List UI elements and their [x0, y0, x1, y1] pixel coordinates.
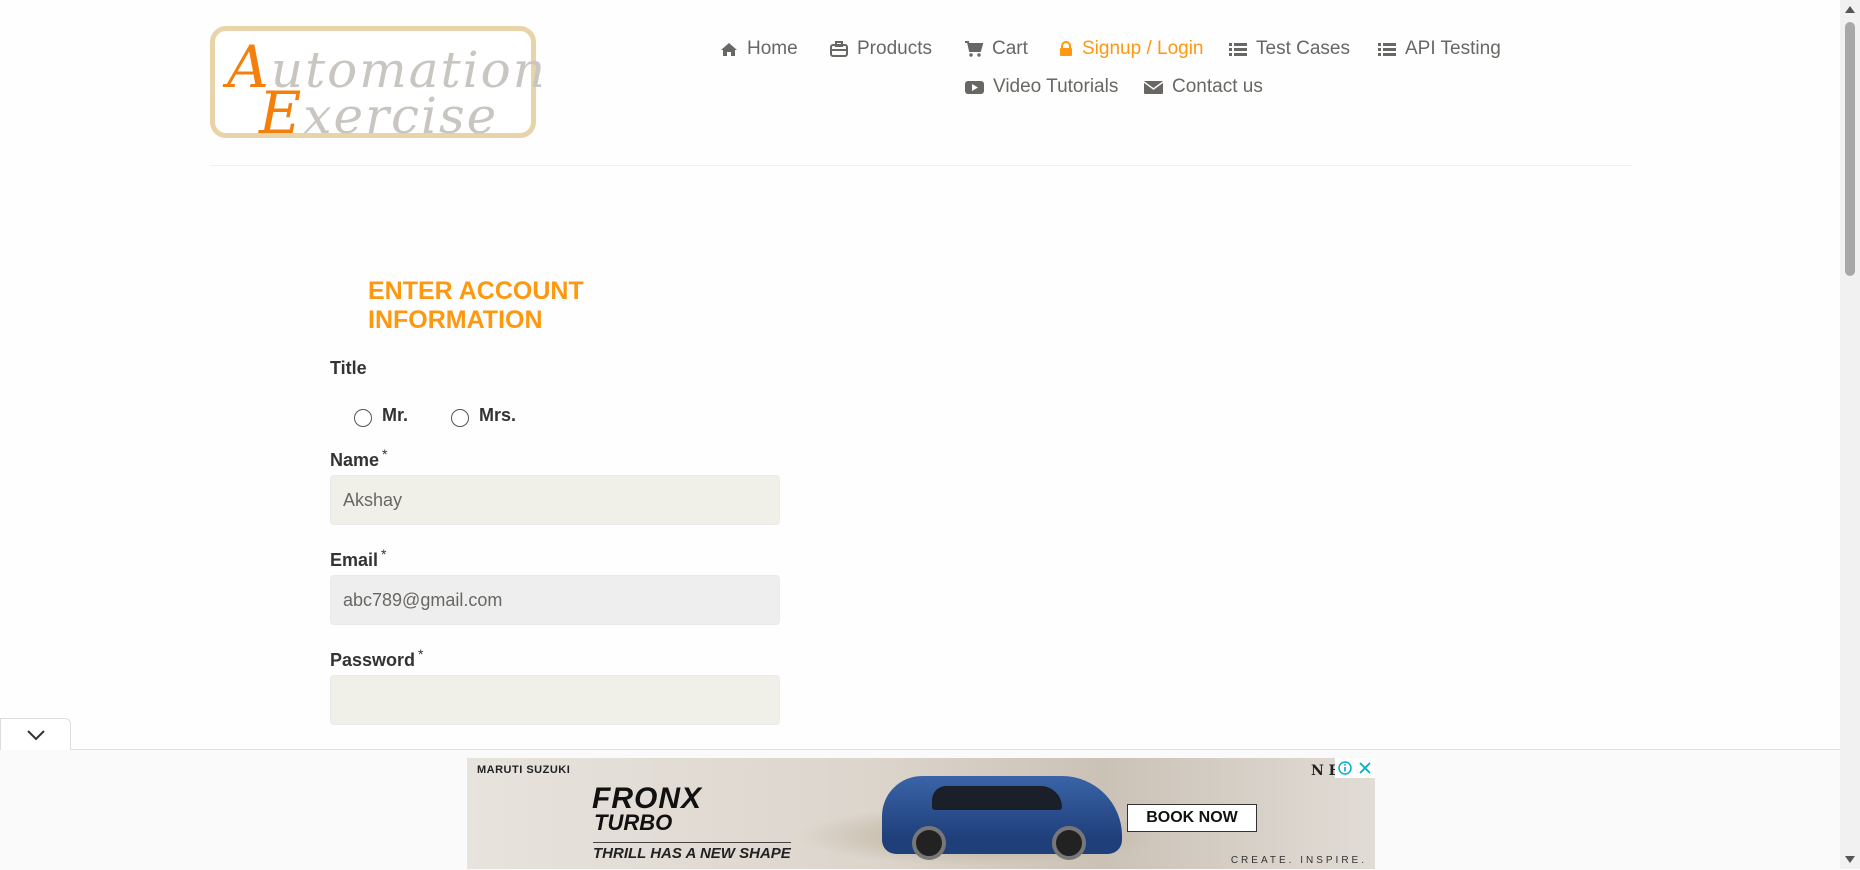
required-mark: * — [418, 646, 424, 662]
list-icon — [1378, 42, 1396, 56]
nav-api-testing[interactable]: API Testing — [1378, 38, 1501, 60]
nav-products[interactable]: Products — [830, 38, 932, 60]
ad-close-button[interactable] — [1355, 758, 1375, 778]
logo-cap-e: E — [259, 79, 304, 147]
logo-line-2: Exercise — [259, 79, 498, 147]
scrollbar-thumb[interactable] — [1845, 22, 1855, 276]
radio-mrs[interactable]: Mrs. — [451, 402, 516, 428]
password-label-text: Password — [330, 650, 416, 670]
youtube-play-icon — [965, 80, 984, 94]
nav-products-label: Products — [857, 38, 932, 59]
scroll-down-arrow-icon[interactable] — [1845, 856, 1855, 863]
password-input[interactable] — [330, 675, 780, 725]
nav-home[interactable]: Home — [720, 38, 798, 60]
lock-icon — [1060, 41, 1072, 56]
nav-signup-login[interactable]: Signup / Login — [1059, 38, 1204, 60]
nav-contact-us[interactable]: Contact us — [1144, 76, 1263, 98]
radio-mrs-button[interactable] — [451, 409, 469, 427]
nav-signup-login-label: Signup / Login — [1082, 38, 1204, 59]
email-label: Email * — [330, 546, 386, 571]
radio-mrs-label[interactable]: Mrs. — [479, 405, 516, 426]
cart-icon — [965, 41, 983, 57]
required-mark: * — [382, 446, 388, 462]
ad-book-now-button[interactable]: BOOK NOW — [1127, 804, 1257, 832]
nav-contact-us-label: Contact us — [1172, 76, 1263, 97]
car-window — [932, 786, 1062, 810]
name-label: Name * — [330, 446, 387, 471]
header-divider — [210, 165, 1632, 166]
ad-variant: TURBO — [594, 810, 673, 835]
logo-text-2: xercise — [303, 87, 499, 145]
name-input[interactable]: Akshay — [330, 475, 780, 525]
email-label-text: Email — [330, 550, 379, 570]
info-icon — [1338, 761, 1352, 775]
nav-home-label: Home — [747, 38, 798, 59]
car-wheel — [1052, 826, 1086, 860]
ad-info-button[interactable] — [1335, 758, 1355, 778]
close-icon — [1359, 762, 1371, 774]
page-scrollbar[interactable] — [1840, 0, 1860, 869]
envelope-icon — [1144, 80, 1163, 94]
nav-video-tutorials[interactable]: Video Tutorials — [965, 76, 1118, 98]
email-input[interactable]: abc789@gmail.com — [330, 575, 780, 625]
chevron-down-icon — [26, 729, 45, 740]
nav-test-cases[interactable]: Test Cases — [1229, 38, 1350, 60]
nav-video-tutorials-label: Video Tutorials — [993, 76, 1119, 97]
password-label: Password * — [330, 646, 424, 671]
radio-mr-label[interactable]: Mr. — [382, 405, 408, 426]
radio-mr-button[interactable] — [354, 409, 372, 427]
nav-test-cases-label: Test Cases — [1256, 38, 1350, 59]
car-wheel — [912, 826, 946, 860]
form-heading: ENTER ACCOUNT INFORMATION — [348, 277, 762, 335]
scroll-up-arrow-icon[interactable] — [1845, 6, 1855, 13]
nav-cart[interactable]: Cart — [965, 38, 1028, 60]
nav-api-testing-label: API Testing — [1405, 38, 1501, 59]
name-label-text: Name — [330, 450, 380, 470]
form-heading-text: ENTER ACCOUNT INFORMATION — [348, 277, 762, 335]
list-icon — [1229, 42, 1247, 56]
title-label: Title — [330, 358, 367, 378]
radio-mr[interactable]: Mr. — [354, 402, 408, 428]
home-icon — [721, 42, 737, 56]
ad-tagline: THRILL HAS A NEW SHAPE — [593, 842, 791, 862]
ad-controls — [1335, 758, 1375, 778]
ad-brand: MARUTI SUZUKI — [477, 764, 571, 776]
briefcase-icon — [830, 41, 848, 57]
ad-car-image — [882, 776, 1122, 860]
ad-collapse-tab[interactable] — [0, 718, 71, 750]
ad-banner[interactable]: MARUTI SUZUKI FRONX TURBO THRILL HAS A N… — [467, 758, 1375, 869]
ad-subline: CREATE. INSPIRE. — [1230, 855, 1367, 866]
required-mark: * — [381, 546, 387, 562]
nav-cart-label: Cart — [992, 38, 1028, 59]
site-logo[interactable]: Automation Exercise — [210, 26, 545, 147]
